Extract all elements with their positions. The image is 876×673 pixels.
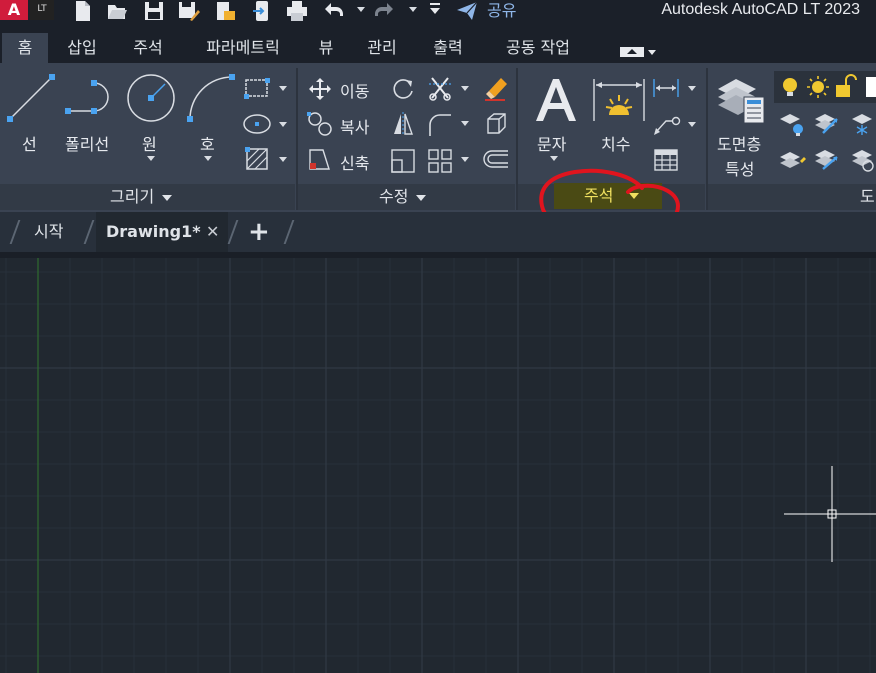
tab-start[interactable]: 시작 — [34, 212, 63, 252]
file-tab-bar: 시작 Drawing1* ✕ + — [0, 212, 876, 252]
dimension-icon[interactable] — [592, 77, 646, 123]
line-icon[interactable] — [6, 71, 56, 123]
layer-off-icon[interactable] — [778, 111, 808, 137]
move-label[interactable]: 이동 — [340, 78, 369, 102]
layer-freeze-icon[interactable] — [848, 111, 876, 137]
layer-lock-icon[interactable] — [848, 147, 876, 173]
circle-dropdown-icon[interactable] — [147, 156, 155, 161]
layer-walk-icon[interactable] — [813, 147, 843, 173]
leader-icon[interactable] — [652, 113, 682, 137]
tab-insert[interactable]: 삽입 — [58, 33, 106, 63]
scale-icon[interactable] — [391, 147, 415, 173]
ellipse-dropdown-icon[interactable] — [279, 122, 287, 127]
save-as-icon[interactable] — [178, 0, 200, 22]
stretch-label[interactable]: 신축 — [340, 150, 369, 174]
erase-icon[interactable] — [483, 75, 509, 101]
modify-panel-title[interactable]: 수정 — [379, 184, 427, 210]
layers-panel-title[interactable]: 도 — [860, 184, 875, 210]
linear-dimension-icon[interactable] — [652, 77, 680, 99]
tab-divider — [227, 220, 239, 244]
save-icon[interactable] — [143, 0, 165, 22]
tab-divider — [9, 220, 21, 244]
line-label[interactable]: 선 — [22, 131, 37, 155]
copy-icon[interactable] — [306, 111, 334, 137]
rectangle-icon[interactable] — [244, 77, 270, 99]
dimension-label[interactable]: 치수 — [601, 131, 630, 155]
redo-dropdown-icon[interactable] — [409, 7, 417, 12]
layer-match-icon[interactable] — [778, 147, 808, 173]
explode-icon[interactable] — [482, 111, 508, 137]
ribbon-panel: 그리기 수정 도 선 폴리선 원 호 이동 복사 신축 문자 치수 도면층 특성 — [0, 63, 876, 212]
undo-dropdown-icon[interactable] — [357, 7, 365, 12]
arc-dropdown-icon[interactable] — [204, 156, 212, 161]
linear-dimension-dropdown-icon[interactable] — [688, 86, 696, 91]
hatch-dropdown-icon[interactable] — [279, 157, 287, 162]
circle-label[interactable]: 원 — [142, 131, 157, 155]
layer-dropdown[interactable] — [774, 71, 876, 103]
fillet-icon[interactable] — [427, 111, 453, 137]
drawing1-tab-label: Drawing1* — [106, 222, 201, 241]
app-logo[interactable]: A — [0, 0, 28, 20]
tab-home[interactable]: 홈 — [2, 33, 48, 63]
tab-collaborate[interactable]: 공동 작업 — [490, 33, 586, 63]
leader-dropdown-icon[interactable] — [688, 122, 696, 127]
undo-icon[interactable] — [322, 0, 344, 22]
array-icon[interactable] — [428, 149, 452, 173]
open-icon[interactable] — [106, 0, 128, 22]
arc-icon[interactable] — [186, 73, 238, 123]
new-icon[interactable] — [72, 0, 94, 22]
polyline-label[interactable]: 폴리선 — [65, 131, 109, 155]
ribbon-tab-bar: 홈 삽입 주석 파라메트릭 뷰 관리 출력 공동 작업 — [0, 33, 876, 63]
share-icon[interactable] — [251, 0, 273, 22]
tab-annotate[interactable]: 주석 — [124, 33, 172, 63]
tab-divider — [283, 220, 295, 244]
window-title: Autodesk AutoCAD LT 2023 — [661, 1, 860, 18]
offset-icon[interactable] — [482, 149, 510, 171]
stretch-icon[interactable] — [307, 147, 333, 173]
layer-properties-label-1[interactable]: 도면층 — [717, 131, 761, 155]
hatch-icon[interactable] — [245, 147, 269, 171]
tab-drawing1[interactable]: Drawing1* ✕ — [96, 212, 228, 252]
tab-divider — [83, 220, 95, 244]
tab-manage[interactable]: 관리 — [358, 33, 406, 63]
trim-icon[interactable] — [428, 76, 454, 102]
arc-label[interactable]: 호 — [200, 131, 215, 155]
export-icon[interactable] — [214, 0, 236, 22]
layer-properties-label-2[interactable]: 특성 — [725, 156, 754, 180]
text-label[interactable]: 문자 — [537, 131, 566, 155]
customize-icon[interactable] — [427, 0, 449, 22]
polyline-icon[interactable] — [64, 77, 120, 117]
text-icon[interactable] — [534, 77, 578, 123]
print-icon[interactable] — [286, 0, 308, 22]
array-dropdown-icon[interactable] — [461, 157, 469, 162]
fillet-dropdown-icon[interactable] — [461, 121, 469, 126]
mirror-icon[interactable] — [392, 112, 414, 136]
ribbon-minimize-toggle[interactable] — [620, 43, 658, 57]
add-tab-icon[interactable]: + — [248, 212, 270, 252]
canvas-grid — [0, 258, 876, 673]
circle-icon[interactable] — [125, 72, 177, 124]
move-icon[interactable] — [308, 77, 332, 101]
paper-plane-icon[interactable] — [456, 0, 478, 22]
layer-properties-icon[interactable] — [716, 73, 768, 125]
ellipse-icon[interactable] — [242, 113, 272, 135]
layer-isolate-icon[interactable] — [813, 111, 843, 137]
tab-view[interactable]: 뷰 — [310, 33, 342, 63]
rectangle-dropdown-icon[interactable] — [279, 86, 287, 91]
rotate-icon[interactable] — [392, 77, 414, 101]
tab-parametric[interactable]: 파라메트릭 — [190, 33, 296, 63]
title-bar: A LT 공유 Autodesk AutoCAD LT 2023 — [0, 0, 876, 33]
copy-label[interactable]: 복사 — [340, 114, 369, 138]
layers-panel-footer[interactable] — [708, 184, 876, 210]
draw-panel-title[interactable]: 그리기 — [110, 184, 173, 210]
share-label[interactable]: 공유 — [487, 0, 516, 22]
tab-output[interactable]: 출력 — [424, 33, 472, 63]
redo-icon[interactable] — [374, 0, 396, 22]
trim-dropdown-icon[interactable] — [461, 86, 469, 91]
app-lt-badge: LT — [30, 0, 54, 20]
close-tab-icon[interactable]: ✕ — [206, 212, 219, 252]
drawing-canvas[interactable] — [0, 258, 876, 673]
crosshair-cursor-icon — [784, 466, 876, 562]
